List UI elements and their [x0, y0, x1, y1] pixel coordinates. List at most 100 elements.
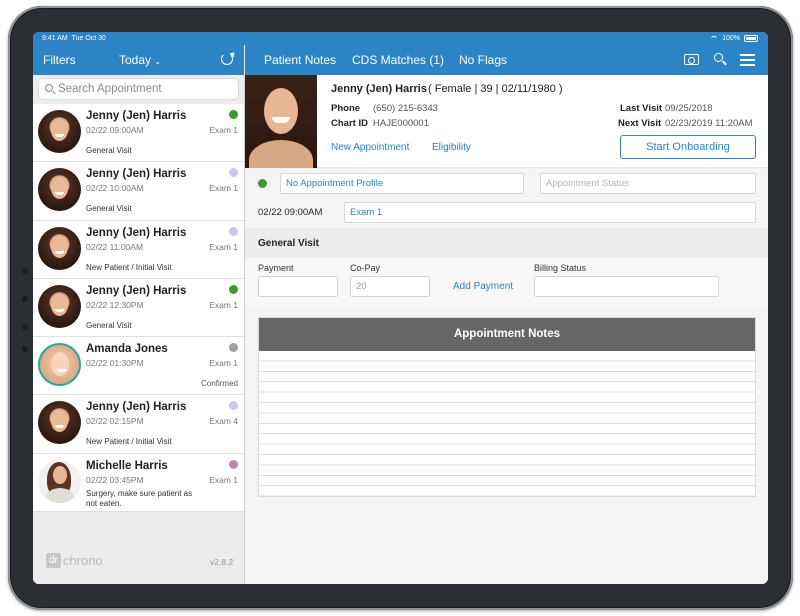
app-screen: 9:41 AM Tue Oct 30 100% Filters Today ⌄ … — [33, 32, 768, 584]
section-band — [245, 228, 768, 257]
next-visit-label: Next Visit — [618, 118, 662, 129]
avatar — [38, 343, 81, 387]
camera-icon[interactable] — [684, 54, 699, 65]
copay-input[interactable]: 20 — [350, 276, 430, 297]
search-input[interactable]: Search Appointment — [38, 78, 239, 100]
status-dot — [229, 459, 238, 469]
chevron-down-icon: ⌄ — [154, 57, 162, 66]
drchrono-logo: dr chrono — [46, 553, 103, 568]
phone-value: (650) 215-6343 — [373, 103, 438, 114]
item-exam: Exam 1 — [209, 125, 238, 135]
payment-input[interactable] — [258, 276, 338, 297]
tab-no-flags[interactable]: No Flags — [459, 53, 507, 67]
notes-header: Appointment Notes — [259, 318, 755, 351]
last-visit-value: 09/25/2018 — [665, 103, 713, 114]
patient-card: Jenny (Jen) Harris ( Female | 39 | 02/11… — [245, 75, 768, 168]
item-exam: Exam 4 — [209, 416, 238, 427]
status-dot — [229, 226, 238, 236]
chart-id-value: HAJE000001 — [373, 118, 429, 129]
wifi-icon — [710, 35, 719, 42]
list-item[interactable]: Jenny (Jen) Harris 02/22 02:15PM Exam 4 … — [33, 395, 244, 454]
patient-demographics: ( Female | 39 | 02/11/1980 ) — [428, 83, 563, 95]
new-appointment-link[interactable]: New Appointment — [331, 142, 409, 153]
billing-status-field[interactable] — [534, 276, 719, 297]
item-time: 02/22 10:00AM — [86, 183, 144, 194]
list-item[interactable]: Amanda Jones 02/22 01:30PM Exam 1 Confir… — [33, 337, 244, 396]
avatar — [38, 226, 81, 270]
item-name: Jenny (Jen) Harris — [86, 401, 187, 414]
search-icon[interactable] — [714, 53, 723, 62]
billing-status-label: Billing Status — [534, 263, 587, 273]
side-button — [22, 268, 28, 274]
item-time: 02/22 01:30PM — [86, 358, 144, 369]
add-payment-link[interactable]: Add Payment — [453, 281, 513, 292]
item-exam: Exam 1 — [209, 474, 238, 485]
avatar — [38, 459, 81, 503]
exam-room-field[interactable]: Exam 1 — [344, 202, 756, 223]
avatar — [38, 401, 81, 445]
list-item[interactable]: Jenny (Jen) Harris 02/22 10:00AM Exam 1 … — [33, 162, 244, 221]
tab-patient-notes[interactable]: Patient Notes — [264, 53, 336, 67]
side-button — [22, 324, 28, 330]
eligibility-link[interactable]: Eligibility — [432, 142, 471, 153]
status-right: 100% — [710, 32, 758, 45]
search-placeholder: Search Appointment — [58, 83, 162, 95]
today-dropdown[interactable]: Today ⌄ — [119, 53, 161, 67]
item-desc: General Visit — [86, 146, 132, 155]
side-button — [22, 296, 28, 302]
status-dot — [229, 343, 238, 353]
patient-photo — [245, 75, 317, 168]
appointment-sidebar: Search Appointment Jenny (Jen) Harris 02… — [33, 75, 244, 584]
status-dot — [229, 168, 238, 178]
item-exam: Exam 1 — [209, 358, 238, 369]
copay-label: Co-Pay — [350, 263, 381, 273]
item-desc: Surgery, make sure patient as not eaten. — [86, 488, 193, 508]
list-item[interactable]: Jenny (Jen) Harris 02/22 12:30PM Exam 1 … — [33, 278, 244, 338]
battery-icon — [744, 35, 758, 42]
status-dot — [229, 401, 238, 411]
item-exam: Exam 1 — [209, 183, 238, 194]
side-button — [22, 346, 28, 352]
tab-cds-matches[interactable]: CDS Matches (1) — [352, 53, 444, 67]
left-header: Filters Today ⌄ — [33, 45, 244, 75]
patient-name: Jenny (Jen) Harris — [331, 83, 427, 95]
start-onboarding-button[interactable]: Start Onboarding — [620, 135, 756, 159]
appointment-list: Jenny (Jen) Harris 02/22 09:00AM Exam 1 … — [33, 104, 244, 513]
status-dot — [229, 110, 238, 119]
logo-dr: dr — [46, 553, 61, 568]
appointment-profile-field[interactable]: No Appointment Profile — [280, 173, 524, 194]
item-exam: Exam 1 — [209, 241, 238, 252]
menu-icon[interactable] — [740, 54, 755, 66]
notes-textarea[interactable] — [259, 351, 755, 496]
appointment-status-field[interactable]: Appointment Status — [540, 173, 756, 194]
item-name: Jenny (Jen) Harris — [86, 110, 187, 122]
avatar — [38, 168, 81, 212]
avatar — [38, 284, 81, 328]
item-exam: Exam 1 — [209, 299, 238, 310]
item-time: 02/22 11:00AM — [86, 241, 144, 252]
visit-type-title: General Visit — [258, 238, 319, 249]
list-item[interactable]: Michelle Harris 02/22 03:45PM Exam 1 Sur… — [33, 453, 244, 513]
item-desc: General Visit — [86, 320, 132, 330]
item-name: Jenny (Jen) Harris — [86, 168, 187, 181]
item-time: 02/22 03:45PM — [86, 474, 144, 485]
appointment-datetime: 02/22 09:00AM — [258, 207, 323, 218]
filters-button[interactable]: Filters — [43, 53, 76, 67]
list-item[interactable]: Jenny (Jen) Harris 02/22 09:00AM Exam 1 … — [33, 104, 244, 163]
payment-label: Payment — [258, 263, 294, 273]
item-status: Confirmed — [201, 379, 238, 389]
status-bar: 9:41 AM Tue Oct 30 100% — [33, 32, 768, 45]
avatar — [38, 110, 81, 153]
status-time: 9:41 AM Tue Oct 30 — [42, 35, 106, 42]
item-time: 02/22 09:00AM — [86, 125, 144, 135]
item-name: Michelle Harris — [86, 459, 168, 472]
list-item[interactable]: Jenny (Jen) Harris 02/22 11:00AM Exam 1 … — [33, 220, 244, 279]
appointment-form: No Appointment Profile Appointment Statu… — [245, 169, 768, 584]
phone-label: Phone — [331, 103, 361, 114]
item-time: 02/22 12:30PM — [86, 299, 144, 310]
today-label: Today — [119, 53, 152, 67]
chart-id-label: Chart ID — [331, 118, 368, 129]
last-visit-label: Last Visit — [620, 103, 663, 114]
refresh-icon[interactable] — [221, 53, 233, 65]
battery-percent: 100% — [722, 35, 740, 42]
